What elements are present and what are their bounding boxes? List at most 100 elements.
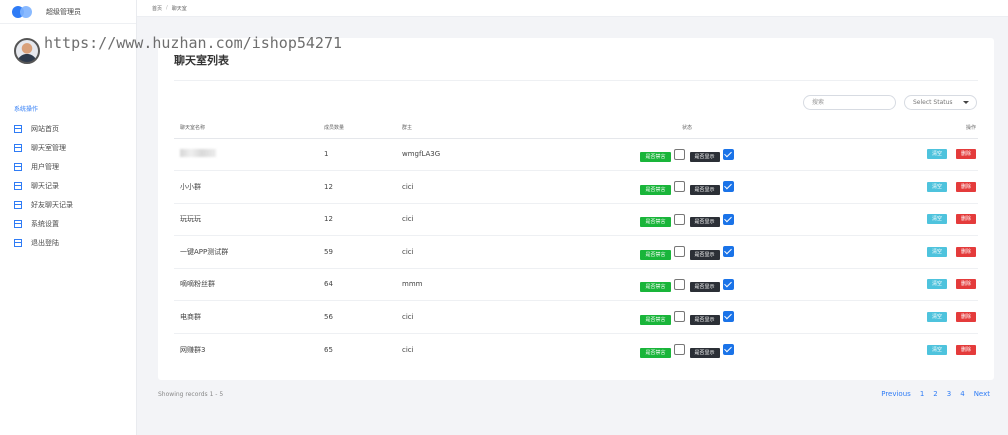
cell-name: 网赚群3 [180, 345, 206, 354]
show-checkbox[interactable] [722, 246, 734, 258]
window-icon [14, 238, 22, 247]
cell-owner: mmm [402, 268, 597, 301]
show-button[interactable]: 是否显示 [689, 314, 720, 325]
cell-name: 电商群 [174, 300, 324, 334]
show-button[interactable]: 是否显示 [689, 282, 720, 293]
sidebar-item-chat-records[interactable]: 聊天记录 [0, 176, 136, 195]
clear-button[interactable]: 清空 [926, 181, 947, 192]
mute-button[interactable]: 是否禁言 [640, 347, 671, 358]
clear-button[interactable]: 清空 [926, 311, 947, 322]
show-button[interactable]: 是否显示 [689, 152, 720, 163]
show-button[interactable]: 是否显示 [689, 347, 720, 358]
caret-down-icon [963, 101, 969, 104]
pagination-page-4[interactable]: 4 [960, 390, 964, 398]
cell-actions: 清空 删除 [777, 203, 978, 236]
mute-checkbox[interactable] [673, 311, 685, 323]
pagination-next[interactable]: Next [974, 390, 990, 398]
cell-status: 是否禁言 是否显示 [597, 235, 777, 269]
sidebar-item-home[interactable]: 网站首页 [0, 119, 136, 138]
cell-actions: 清空 删除 [777, 138, 978, 171]
sidebar-item-friend-chat[interactable]: 好友聊天记录 [0, 195, 136, 214]
sidebar-item-label: 聊天室管理 [31, 143, 66, 152]
pagination-page-3[interactable]: 3 [947, 390, 951, 398]
cell-name: 一键APP测试群 [174, 235, 324, 269]
redacted-name [180, 149, 216, 158]
status-select[interactable]: Select Status [904, 95, 977, 110]
cell-status: 是否禁言 是否显示 [597, 268, 777, 301]
avatar[interactable] [14, 38, 40, 64]
sidebar-item-settings[interactable]: 系统设置 [0, 214, 136, 233]
sidebar-item-label: 系统设置 [31, 219, 59, 228]
show-checkbox[interactable] [722, 213, 734, 225]
show-checkbox[interactable] [722, 148, 734, 160]
mute-checkbox[interactable] [673, 344, 685, 355]
show-checkbox[interactable] [722, 344, 734, 355]
mute-checkbox[interactable] [673, 148, 685, 160]
sidebar-item-logout[interactable]: 退出登陆 [0, 233, 136, 252]
mute-checkbox[interactable] [673, 181, 685, 193]
mute-button[interactable]: 是否禁言 [640, 282, 671, 293]
cell-status: 是否禁言 是否显示 [597, 170, 777, 204]
cell-owner: cici [402, 300, 597, 334]
page-title: 聊天室列表 [174, 54, 229, 67]
clear-button[interactable]: 清空 [926, 149, 947, 160]
pagination-page-2[interactable]: 2 [933, 390, 937, 398]
pagination-page-1[interactable]: 1 [920, 390, 924, 398]
delete-button[interactable]: 删除 [955, 214, 976, 225]
column-header-owner: 群主 [402, 118, 597, 139]
clear-button[interactable]: 清空 [926, 344, 947, 355]
avatar-area [0, 24, 136, 84]
window-icon [14, 200, 22, 209]
chatroom-table: 聊天室名称 成员数量 群主 状态 操作 1 wmgfLA3G 是否禁言 是否显示 … [174, 118, 978, 366]
sidebar: 超级管理员 系统操作 网站首页 聊天室管理 用户管理 聊天记录 好友聊天记录 系… [0, 0, 137, 435]
column-header-status: 状态 [597, 118, 777, 139]
mute-button[interactable]: 是否禁言 [640, 152, 671, 163]
mute-button[interactable]: 是否禁言 [640, 249, 671, 260]
show-checkbox[interactable] [722, 181, 734, 193]
delete-button[interactable]: 删除 [955, 181, 976, 192]
mute-checkbox[interactable] [673, 246, 685, 258]
cell-actions: 清空 删除 [777, 333, 978, 366]
cell-actions: 清空 删除 [777, 300, 978, 334]
cell-status: 是否禁言 是否显示 [597, 138, 777, 171]
mute-button[interactable]: 是否禁言 [640, 217, 671, 228]
show-button[interactable]: 是否显示 [689, 217, 720, 228]
search-input[interactable]: 搜索 [803, 95, 896, 110]
show-checkbox[interactable] [722, 311, 734, 323]
show-checkbox[interactable] [722, 278, 734, 290]
mute-checkbox[interactable] [673, 213, 685, 225]
mute-checkbox[interactable] [673, 278, 685, 290]
sidebar-item-label: 好友聊天记录 [31, 200, 73, 209]
clear-button[interactable]: 清空 [926, 246, 947, 257]
brand-logo-icon [12, 5, 36, 18]
window-icon [14, 124, 22, 133]
cell-status: 是否禁言 是否显示 [597, 333, 777, 366]
show-button[interactable]: 是否显示 [689, 184, 720, 195]
cell-name: 小小群 [174, 170, 324, 204]
breadcrumb-separator: / [166, 5, 168, 11]
mute-button[interactable]: 是否禁言 [640, 314, 671, 325]
delete-button[interactable]: 删除 [955, 149, 976, 160]
clear-button[interactable]: 清空 [926, 214, 947, 225]
clear-button[interactable]: 清空 [926, 279, 947, 290]
pagination-previous[interactable]: Previous [881, 390, 911, 398]
cell-name: 嘀嘀粉丝群 [174, 268, 324, 301]
breadcrumb-home[interactable]: 首页 [152, 5, 162, 12]
mute-button[interactable]: 是否禁言 [640, 184, 671, 195]
brand: 超级管理员 [0, 0, 136, 24]
delete-button[interactable]: 删除 [955, 311, 976, 322]
show-button[interactable]: 是否显示 [689, 249, 720, 260]
delete-button[interactable]: 删除 [955, 344, 976, 355]
column-header-actions: 操作 [777, 118, 978, 139]
sidebar-item-users[interactable]: 用户管理 [0, 157, 136, 176]
pagination: Previous 1 2 3 4 Next [872, 390, 990, 398]
delete-button[interactable]: 删除 [955, 279, 976, 290]
cell-owner: cici [402, 235, 597, 269]
cell-owner: cici [402, 345, 414, 354]
cell-actions: 清空 删除 [777, 170, 978, 204]
cell-actions: 清空 删除 [777, 268, 978, 301]
watermark-text: https://www.huzhan.com/ishop54271 [44, 34, 343, 52]
delete-button[interactable]: 删除 [955, 246, 976, 257]
sidebar-item-chatroom[interactable]: 聊天室管理 [0, 138, 136, 157]
brand-name: 超级管理员 [46, 7, 81, 16]
